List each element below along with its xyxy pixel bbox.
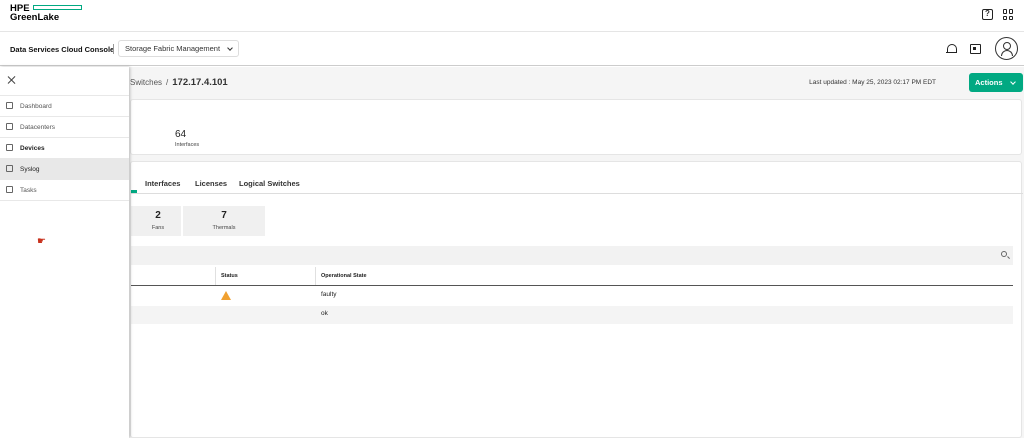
- operational-state-cell: ok: [321, 310, 328, 317]
- chevron-down-icon: [1009, 78, 1016, 85]
- nav-item-syslog[interactable]: Syslog: [0, 159, 129, 180]
- tile-fans-value: 2: [155, 210, 161, 221]
- tile-fans[interactable]: 2 Fans: [131, 206, 181, 236]
- actions-label: Actions: [975, 78, 1003, 87]
- column-header-operational-state[interactable]: Operational State: [321, 273, 367, 279]
- nav-list: Dashboard Datacenters Devices Syslog Tas…: [0, 95, 129, 201]
- table-row[interactable]: ok: [131, 306, 1013, 324]
- service-selector-label: Storage Fabric Management: [125, 44, 221, 53]
- close-icon[interactable]: [8, 76, 16, 84]
- nav-item-label: Datacenters: [20, 123, 56, 131]
- interfaces-count-label: Interfaces: [175, 142, 200, 148]
- details-card: Interfaces Licenses Logical Switches 2 F…: [130, 161, 1023, 438]
- tile-fans-label: Fans: [151, 225, 165, 231]
- breadcrumb: Switches /172.17.4.101: [130, 77, 228, 88]
- app-title[interactable]: Data Services Cloud Console: [10, 45, 114, 54]
- summary-card: 64 Interfaces: [130, 99, 1022, 155]
- component-tiles: 2 Fans 7 Thermals: [131, 206, 265, 236]
- help-icon[interactable]: ?: [982, 9, 993, 20]
- table-header: Status Operational State: [131, 267, 1013, 286]
- home-icon: [6, 102, 13, 109]
- nav-item-datacenters[interactable]: Datacenters: [0, 117, 129, 138]
- search-icon[interactable]: [1001, 251, 1007, 257]
- top-header: HPE GreenLake ?: [0, 0, 1024, 32]
- warning-icon: [221, 291, 231, 300]
- console-header: Data Services Cloud Console Storage Fabr…: [0, 32, 1024, 66]
- navigation-drawer: Dashboard Datacenters Devices Syslog Tas…: [0, 67, 129, 438]
- tasks-icon: [6, 186, 13, 193]
- news-icon[interactable]: [970, 43, 981, 54]
- breadcrumb-switches[interactable]: Switches: [130, 78, 162, 87]
- tile-thermals-label: Thermals: [212, 225, 236, 231]
- bell-icon[interactable]: [946, 43, 957, 55]
- column-header-status[interactable]: Status: [221, 273, 238, 279]
- logo-element-bar: [32, 5, 82, 10]
- column-divider: [215, 267, 216, 285]
- tab-logical-switches[interactable]: Logical Switches: [239, 179, 300, 188]
- logo-text-greenlake: GreenLake: [10, 12, 60, 23]
- app-grid-icon[interactable]: [1003, 9, 1014, 20]
- operational-state-cell: faulty: [321, 291, 337, 298]
- last-updated-text: Last updated : May 25, 2023 02:17 PM EDT: [809, 79, 936, 86]
- tab-bar: Interfaces Licenses Logical Switches: [131, 174, 1023, 194]
- nav-item-label: Tasks: [20, 186, 37, 194]
- tab-licenses[interactable]: Licenses: [195, 179, 227, 188]
- active-tab-indicator: [131, 190, 137, 193]
- header-divider: [113, 44, 114, 54]
- nav-item-label: Dashboard: [20, 102, 52, 110]
- syslog-icon: [6, 165, 13, 172]
- nav-item-devices[interactable]: Devices: [0, 138, 129, 159]
- table-row[interactable]: faulty: [131, 287, 1013, 305]
- datacenter-icon: [6, 123, 13, 130]
- page-title: 172.17.4.101: [172, 77, 228, 88]
- chevron-down-icon: [227, 44, 233, 51]
- tab-interfaces[interactable]: Interfaces: [145, 179, 180, 188]
- nav-item-label: Devices: [20, 144, 45, 152]
- hpe-greenlake-logo[interactable]: HPE GreenLake: [10, 4, 82, 22]
- devices-icon: [6, 144, 13, 151]
- nav-item-dashboard[interactable]: Dashboard: [0, 96, 129, 117]
- actions-button[interactable]: Actions: [969, 73, 1023, 92]
- interfaces-count: 64: [175, 129, 187, 140]
- search-input[interactable]: [131, 246, 1013, 265]
- user-avatar-icon[interactable]: [995, 37, 1018, 60]
- tile-thermals[interactable]: 7 Thermals: [183, 206, 265, 236]
- nav-item-tasks[interactable]: Tasks: [0, 180, 129, 201]
- hand-cursor-icon: ☛: [37, 236, 46, 247]
- service-selector[interactable]: Storage Fabric Management: [118, 40, 240, 57]
- breadcrumb-separator: /: [166, 78, 169, 87]
- nav-item-label: Syslog: [20, 165, 40, 173]
- main-content: Switches /172.17.4.101 Last updated : May…: [0, 67, 1024, 438]
- tile-thermals-value: 7: [221, 210, 227, 221]
- column-divider: [315, 267, 316, 285]
